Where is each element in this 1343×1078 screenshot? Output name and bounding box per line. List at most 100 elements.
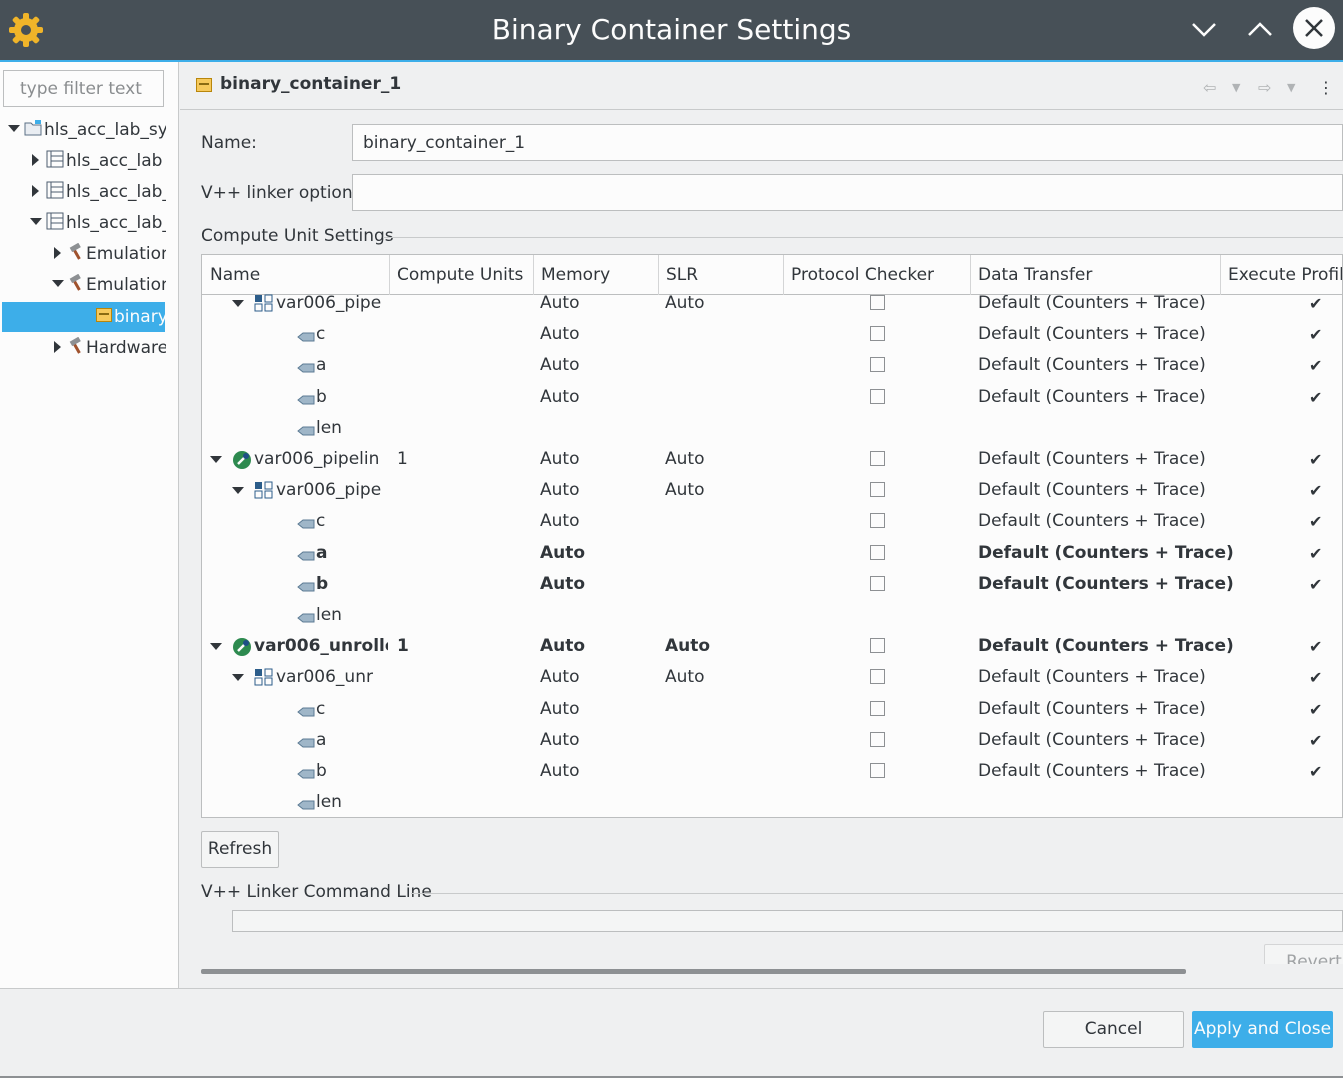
protocol-checker-checkbox[interactable] — [870, 763, 885, 778]
row-memory[interactable]: Auto — [540, 350, 579, 381]
expand-toggle-icon[interactable] — [232, 288, 244, 319]
execute-profiling-check-icon[interactable]: ✔ — [1309, 569, 1322, 600]
execute-profiling-check-icon[interactable]: ✔ — [1309, 725, 1322, 756]
table-row[interactable]: a Auto Default (Counters + Trace) ✔ — [202, 725, 1342, 756]
protocol-checker-checkbox[interactable] — [870, 669, 885, 685]
row-compute-units[interactable]: 1 — [397, 631, 409, 662]
row-memory[interactable]: Auto — [540, 288, 579, 319]
row-memory[interactable]: Auto — [540, 538, 585, 569]
protocol-checker-checkbox[interactable] — [870, 295, 885, 310]
execute-profiling-check-icon[interactable]: ✔ — [1309, 662, 1322, 693]
row-memory[interactable]: Auto — [540, 631, 585, 662]
back-arrow-icon[interactable]: ⇦ — [1203, 78, 1216, 97]
row-memory[interactable]: Auto — [540, 382, 579, 413]
table-row[interactable]: len — [202, 600, 1342, 631]
collapse-toggle-icon[interactable] — [54, 340, 61, 353]
tree-item[interactable]: hls_acc_lab_l — [0, 177, 166, 207]
table-row[interactable]: len — [202, 413, 1342, 444]
tree-item[interactable]: hls_acc_lab — [0, 146, 166, 176]
table-row[interactable]: var006_unr Auto Auto Default (Counters + Tr… — [202, 662, 1342, 693]
chevron-up-icon[interactable] — [1238, 8, 1282, 52]
expand-toggle-icon[interactable] — [210, 444, 222, 475]
expand-toggle-icon[interactable] — [30, 218, 42, 225]
execute-profiling-check-icon[interactable]: ✔ — [1309, 538, 1322, 569]
row-memory[interactable]: Auto — [540, 662, 579, 693]
forward-arrow-icon[interactable]: ⇨ — [1258, 78, 1271, 97]
row-memory[interactable]: Auto — [540, 756, 579, 787]
table-row[interactable]: b Auto Default (Counters + Trace) ✔ — [202, 382, 1342, 413]
collapse-toggle-icon[interactable] — [32, 184, 39, 197]
table-row[interactable]: a Auto Default (Counters + Trace) ✔ — [202, 350, 1342, 381]
row-data-transfer[interactable]: Default (Counters + Trace) — [978, 475, 1206, 506]
tree-item[interactable]: hls_acc_lab_syst — [0, 115, 166, 145]
tree-item[interactable]: binary — [2, 302, 165, 332]
collapse-toggle-icon[interactable] — [32, 153, 39, 166]
row-memory[interactable]: Auto — [540, 506, 579, 537]
row-slr[interactable]: Auto — [665, 475, 704, 506]
protocol-checker-checkbox[interactable] — [870, 482, 885, 498]
execute-profiling-check-icon[interactable]: ✔ — [1309, 350, 1322, 381]
row-data-transfer[interactable]: Default (Counters + Trace) — [978, 319, 1206, 350]
row-data-transfer[interactable]: Default (Counters + Trace) — [978, 569, 1234, 600]
row-memory[interactable]: Auto — [540, 475, 579, 506]
row-data-transfer[interactable]: Default (Counters + Trace) — [978, 444, 1206, 475]
table-row[interactable]: c Auto Default (Counters + Trace) ✔ — [202, 694, 1342, 725]
linker-options-field[interactable] — [352, 174, 1343, 211]
row-data-transfer[interactable]: Default (Counters + Trace) — [978, 662, 1206, 693]
execute-profiling-check-icon[interactable]: ✔ — [1309, 382, 1322, 413]
row-data-transfer[interactable]: Default (Counters + Trace) — [978, 382, 1206, 413]
revert-button[interactable]: Revert — [1264, 944, 1343, 964]
protocol-checker-checkbox[interactable] — [870, 451, 885, 466]
execute-profiling-check-icon[interactable]: ✔ — [1309, 319, 1322, 350]
row-data-transfer[interactable]: Default (Counters + Trace) — [978, 288, 1206, 319]
protocol-checker-checkbox[interactable] — [870, 700, 885, 716]
table-row[interactable]: b Auto Default (Counters + Trace) ✔ — [202, 756, 1342, 787]
row-slr[interactable]: Auto — [665, 662, 704, 693]
table-row[interactable]: b Auto Default (Counters + Trace) ✔ — [202, 569, 1342, 600]
row-data-transfer[interactable]: Default (Counters + Trace) — [978, 725, 1206, 756]
row-slr[interactable]: Auto — [665, 444, 704, 475]
chevron-down-icon[interactable] — [1182, 8, 1226, 52]
execute-profiling-check-icon[interactable]: ✔ — [1309, 694, 1322, 725]
table-row[interactable]: var006_pipe Auto Auto Default (Counters + T… — [202, 475, 1342, 506]
row-data-transfer[interactable]: Default (Counters + Trace) — [978, 350, 1206, 381]
table-row[interactable]: var006_pipe Auto Auto Default (Counters + T… — [202, 288, 1342, 319]
row-memory[interactable]: Auto — [540, 569, 585, 600]
execute-profiling-check-icon[interactable]: ✔ — [1309, 475, 1322, 506]
table-row[interactable]: a Auto Default (Counters + Trace) ✔ — [202, 538, 1342, 569]
back-menu-icon[interactable]: ▼ — [1232, 81, 1240, 94]
tree-item[interactable]: Emulation — [0, 270, 166, 300]
execute-profiling-check-icon[interactable]: ✔ — [1309, 444, 1322, 475]
row-memory[interactable]: Auto — [540, 444, 579, 475]
row-memory[interactable]: Auto — [540, 725, 579, 756]
tree-item[interactable]: hls_acc_lab_s — [0, 208, 166, 238]
table-row[interactable]: len — [202, 787, 1342, 817]
execute-profiling-check-icon[interactable]: ✔ — [1309, 288, 1322, 319]
table-row[interactable]: c Auto Default (Counters + Trace) ✔ — [202, 319, 1342, 350]
execute-profiling-check-icon[interactable]: ✔ — [1309, 631, 1322, 662]
protocol-checker-checkbox[interactable] — [870, 357, 885, 373]
row-data-transfer[interactable]: Default (Counters + Trace) — [978, 694, 1206, 725]
close-icon[interactable] — [1293, 7, 1335, 49]
protocol-checker-checkbox[interactable] — [870, 388, 885, 404]
table-row[interactable]: var006_pipelin 1 Auto Auto Default (Counters… — [202, 444, 1342, 475]
execute-profiling-check-icon[interactable]: ✔ — [1309, 756, 1322, 787]
horizontal-scrollbar[interactable] — [201, 969, 1186, 974]
row-slr[interactable]: Auto — [665, 288, 704, 319]
refresh-button[interactable]: Refresh — [201, 831, 279, 868]
expand-toggle-icon[interactable] — [52, 280, 64, 287]
tree-item[interactable]: Emulation — [0, 239, 166, 269]
protocol-checker-checkbox[interactable] — [870, 575, 885, 591]
table-row[interactable]: var006_unrolle 1 Auto Auto Default (Counters… — [202, 631, 1342, 662]
protocol-checker-checkbox[interactable] — [870, 326, 885, 342]
row-compute-units[interactable]: 1 — [397, 444, 408, 475]
table-row[interactable]: c Auto Default (Counters + Trace) ✔ — [202, 506, 1342, 537]
row-data-transfer[interactable]: Default (Counters + Trace) — [978, 631, 1234, 662]
row-data-transfer[interactable]: Default (Counters + Trace) — [978, 756, 1206, 787]
forward-menu-icon[interactable]: ▼ — [1287, 81, 1295, 94]
expand-toggle-icon[interactable] — [210, 631, 222, 662]
protocol-checker-checkbox[interactable] — [870, 544, 885, 560]
protocol-checker-checkbox[interactable] — [870, 638, 885, 654]
row-data-transfer[interactable]: Default (Counters + Trace) — [978, 538, 1234, 569]
row-data-transfer[interactable]: Default (Counters + Trace) — [978, 506, 1206, 537]
